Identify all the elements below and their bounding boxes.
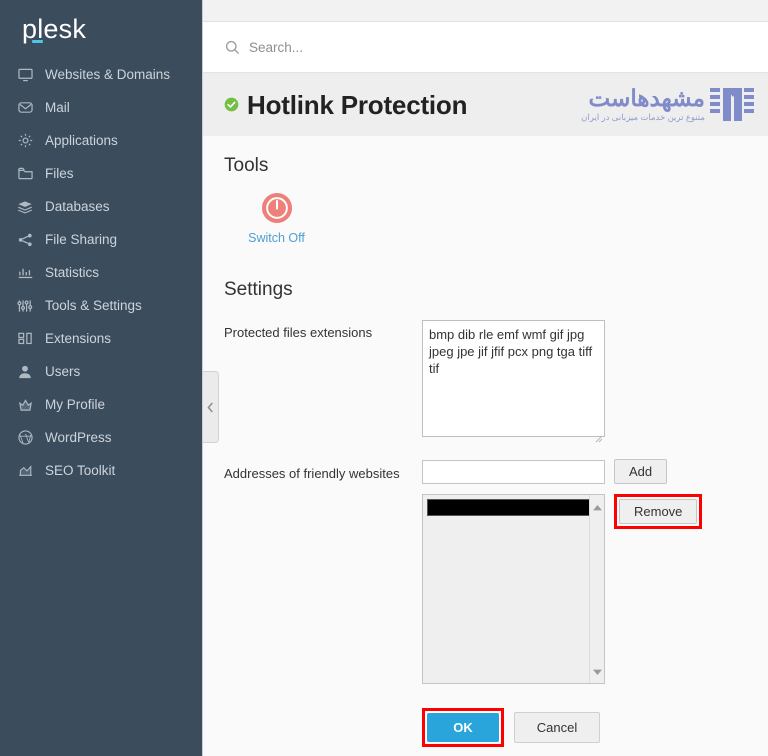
share-nodes-icon: [14, 231, 36, 249]
sidebar-item-extensions[interactable]: Extensions: [0, 322, 202, 355]
protected-extensions-row: Protected files extensions: [224, 320, 768, 443]
ok-button-highlight: OK: [422, 708, 504, 747]
sidebar-item-label: Websites & Domains: [45, 66, 171, 82]
protected-extensions-label: Protected files extensions: [224, 325, 373, 340]
triangle-up-icon[interactable]: [592, 498, 602, 516]
sidebar-item-websites-domains[interactable]: Websites & Domains: [0, 58, 202, 91]
sidebar-nav: Websites & Domains Mail Applications Fil…: [0, 58, 202, 487]
sidebar-item-label: Files: [45, 165, 74, 181]
watermark-mark-icon: [710, 86, 754, 124]
main-content: Hotlink Protection مشهدهاست متنوع ترین خ…: [203, 0, 768, 756]
friendly-websites-listbox[interactable]: [422, 494, 605, 684]
sidebar-item-databases[interactable]: Databases: [0, 190, 202, 223]
seo-chart-icon: [14, 462, 36, 480]
search-input[interactable]: [249, 39, 549, 55]
remove-button[interactable]: Remove: [619, 499, 698, 524]
triangle-down-icon[interactable]: [592, 662, 602, 680]
folder-icon: [14, 165, 36, 183]
chevron-left-icon: [207, 402, 214, 413]
sidebar-item-label: Extensions: [45, 330, 112, 346]
sidebar-item-label: Statistics: [45, 264, 100, 280]
sidebar-item-mail[interactable]: Mail: [0, 91, 202, 124]
plesk-logo[interactable]: plesk: [0, 0, 202, 52]
friendly-websites-list-row: Remove: [224, 494, 768, 684]
sidebar-item-statistics[interactable]: Statistics: [0, 256, 202, 289]
user-icon: [14, 363, 36, 381]
monitor-icon: [14, 66, 36, 84]
watermark-logo: مشهدهاست متنوع ترین خدمات میزبانی در ایر…: [581, 86, 754, 124]
watermark-tagline: متنوع ترین خدمات میزبانی در ایران: [581, 112, 705, 122]
sidebar-item-seo-toolkit[interactable]: SEO Toolkit: [0, 454, 202, 487]
remove-button-highlight: Remove: [614, 494, 703, 529]
watermark-name: مشهدهاست: [588, 85, 706, 111]
add-button[interactable]: Add: [614, 459, 668, 484]
tools-heading: Tools: [224, 155, 269, 176]
wordpress-icon: [14, 429, 36, 447]
top-strip: [203, 0, 768, 22]
sidebar-item-label: WordPress: [45, 429, 112, 445]
blocks-icon: [14, 330, 36, 348]
sidebar-item-label: SEO Toolkit: [45, 462, 116, 478]
ok-button[interactable]: OK: [427, 713, 499, 742]
sidebar-item-label: My Profile: [45, 396, 106, 412]
sidebar-item-label: Tools & Settings: [45, 297, 142, 313]
sidebar-item-label: Applications: [45, 132, 118, 148]
friendly-website-input[interactable]: [422, 459, 605, 484]
page-header: Hotlink Protection مشهدهاست متنوع ترین خ…: [203, 73, 768, 136]
list-item[interactable]: [427, 499, 598, 516]
tools-block: Switch Off: [224, 184, 768, 262]
friendly-websites-list-spacer: [224, 494, 422, 498]
sidebar-item-wordpress[interactable]: WordPress: [0, 421, 202, 454]
sidebar-item-label: Databases: [45, 198, 110, 214]
sidebar-item-files[interactable]: Files: [0, 157, 202, 190]
switch-off-tool[interactable]: Switch Off: [224, 184, 329, 245]
plesk-window: plesk Websites & Domains Mail Applicatio…: [0, 0, 768, 756]
sidebar-item-file-sharing[interactable]: File Sharing: [0, 223, 202, 256]
envelope-icon: [14, 99, 36, 117]
sidebar-item-label: Mail: [45, 99, 70, 115]
bar-chart-icon: [14, 264, 36, 282]
friendly-websites-row: Addresses of friendly websites Add: [224, 459, 768, 484]
sidebar-item-label: File Sharing: [45, 231, 118, 247]
page-title: Hotlink Protection: [247, 89, 468, 120]
settings-panel: Tools Switch Off Settings Protected file…: [203, 136, 768, 747]
sidebar-item-my-profile[interactable]: My Profile: [0, 388, 202, 421]
power-off-icon: [224, 192, 329, 224]
sidebar-item-tools-settings[interactable]: Tools & Settings: [0, 289, 202, 322]
database-stack-icon: [14, 198, 36, 216]
cancel-button[interactable]: Cancel: [514, 712, 600, 743]
protected-extensions-textarea[interactable]: [422, 320, 605, 437]
gear-icon: [14, 132, 36, 150]
sidebar-collapse-handle[interactable]: [203, 371, 219, 443]
switch-off-label: Switch Off: [248, 231, 305, 245]
settings-heading: Settings: [224, 279, 293, 300]
sliders-icon: [14, 297, 36, 315]
crown-icon: [14, 396, 36, 414]
sidebar-item-users[interactable]: Users: [0, 355, 202, 388]
friendly-websites-label: Addresses of friendly websites: [224, 465, 400, 481]
green-check-icon: [224, 97, 239, 112]
form-actions: OK Cancel: [224, 708, 768, 747]
sidebar: plesk Websites & Domains Mail Applicatio…: [0, 0, 203, 756]
listbox-scrollbar[interactable]: [589, 495, 604, 683]
search-icon: [225, 40, 240, 55]
plesk-logo-underline: [32, 40, 43, 43]
sidebar-item-applications[interactable]: Applications: [0, 124, 202, 157]
search-bar[interactable]: [203, 22, 768, 73]
sidebar-item-label: Users: [45, 363, 81, 379]
